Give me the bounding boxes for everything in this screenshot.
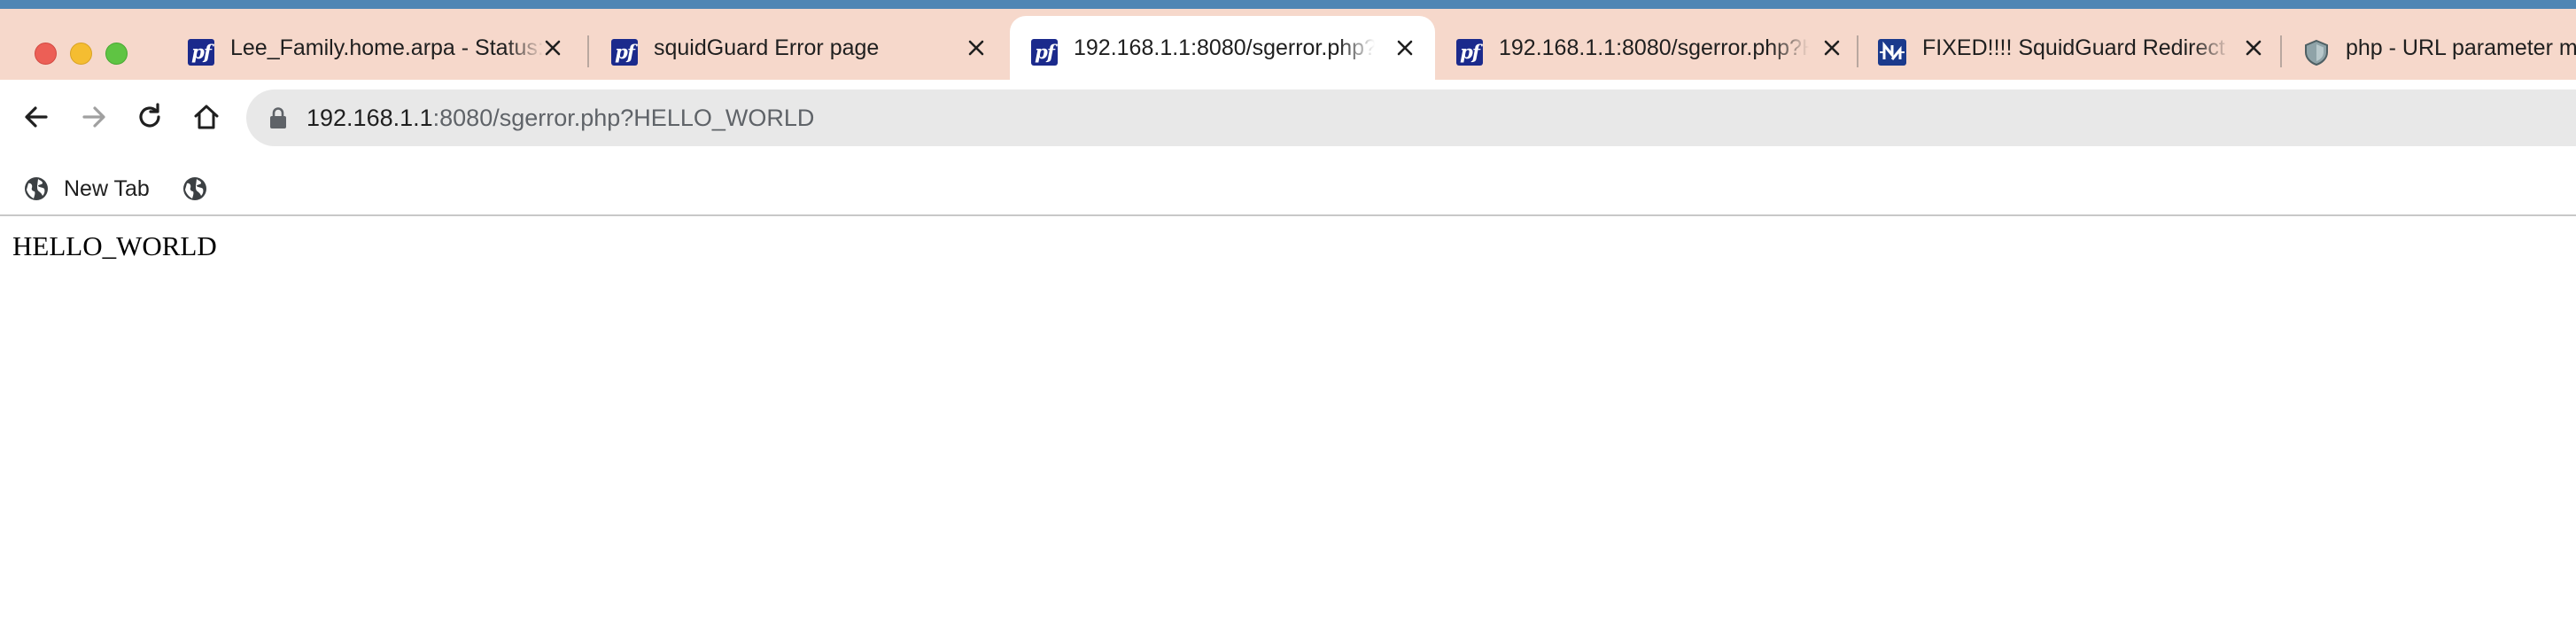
- back-button[interactable]: [17, 97, 56, 136]
- arrow-right-icon: [82, 106, 105, 128]
- close-tab-icon[interactable]: [1819, 35, 1844, 60]
- bookmarks-bar: New Tab: [0, 163, 2576, 216]
- page-content: HELLO_WORLD: [0, 216, 2576, 638]
- shield-icon: [2303, 39, 2330, 66]
- pfsense-icon: pf: [611, 39, 638, 66]
- reload-icon: [139, 103, 160, 128]
- lock-icon: [270, 107, 286, 128]
- reload-button[interactable]: [130, 97, 169, 136]
- pfsense-icon: pf: [1456, 39, 1483, 66]
- tab-title: Lee_Family.home.arpa - Status: SquidGuar…: [230, 35, 544, 60]
- tab-separator: [2280, 35, 2282, 67]
- minimize-window-button[interactable]: [70, 43, 92, 65]
- tab-title: FIXED!!!! SquidGuard Redirect Page: [1922, 35, 2231, 60]
- home-icon: [194, 105, 219, 129]
- tab-php-url-parameter[interactable]: php - URL parameter m: [2285, 16, 2576, 80]
- fullscreen-window-button[interactable]: [105, 43, 128, 65]
- url-path: :8080/sgerror.php?HELLO_WORLD: [432, 105, 815, 131]
- tab-separator: [1857, 35, 1858, 67]
- bookmark-new-tab[interactable]: New Tab: [23, 163, 150, 214]
- page-body-text: HELLO_WORLD: [12, 230, 217, 261]
- bookmark-label: New Tab: [64, 175, 150, 201]
- address-bar[interactable]: 192.168.1.1:8080/sgerror.php?HELLO_WORLD: [246, 89, 2576, 146]
- close-window-button[interactable]: [35, 43, 57, 65]
- netgate-icon: [1878, 39, 1906, 66]
- tab-sgerror-active[interactable]: pf 192.168.1.1:8080/sgerror.php?HELLO_WO…: [1010, 16, 1435, 80]
- close-tab-icon[interactable]: [1393, 35, 1417, 60]
- window-top-edge: [0, 0, 2576, 9]
- globe-icon: [183, 177, 206, 200]
- arrow-left-icon: [25, 106, 48, 128]
- tab-title: php - URL parameter m: [2346, 35, 2576, 60]
- home-button[interactable]: [187, 97, 226, 136]
- tab-separator: [587, 35, 589, 67]
- tab-squidguard-error-page[interactable]: pf squidGuard Error page: [594, 16, 1001, 80]
- tab-title: 192.168.1.1:8080/sgerror.php?HELLO_WORLD: [1074, 35, 1375, 60]
- close-tab-icon[interactable]: [540, 35, 565, 60]
- pfsense-icon: pf: [188, 39, 214, 66]
- browser-toolbar: 192.168.1.1:8080/sgerror.php?HELLO_WORLD: [0, 80, 2576, 163]
- close-tab-icon[interactable]: [964, 35, 989, 60]
- tab-fixed-squidguard-redirect[interactable]: FIXED!!!! SquidGuard Redirect Page: [1862, 16, 2278, 80]
- url-host: 192.168.1.1: [306, 105, 433, 131]
- pfsense-icon: pf: [1031, 39, 1058, 66]
- globe-icon: [25, 177, 48, 200]
- tab-lee-family-status[interactable]: pf Lee_Family.home.arpa - Status: SquidG…: [170, 16, 578, 80]
- tab-title: 192.168.1.1:8080/sgerror.php?HELLO_WORLD: [1499, 35, 1809, 60]
- bookmark-untitled[interactable]: [182, 163, 208, 214]
- forward-button[interactable]: [74, 97, 113, 136]
- url-text: 192.168.1.1:8080/sgerror.php?HELLO_WORLD: [306, 89, 814, 146]
- tab-sgerror-2[interactable]: pf 192.168.1.1:8080/sgerror.php?HELLO_WO…: [1439, 16, 1846, 80]
- tab-title: squidGuard Error page: [654, 35, 880, 60]
- close-tab-icon[interactable]: [2241, 35, 2266, 60]
